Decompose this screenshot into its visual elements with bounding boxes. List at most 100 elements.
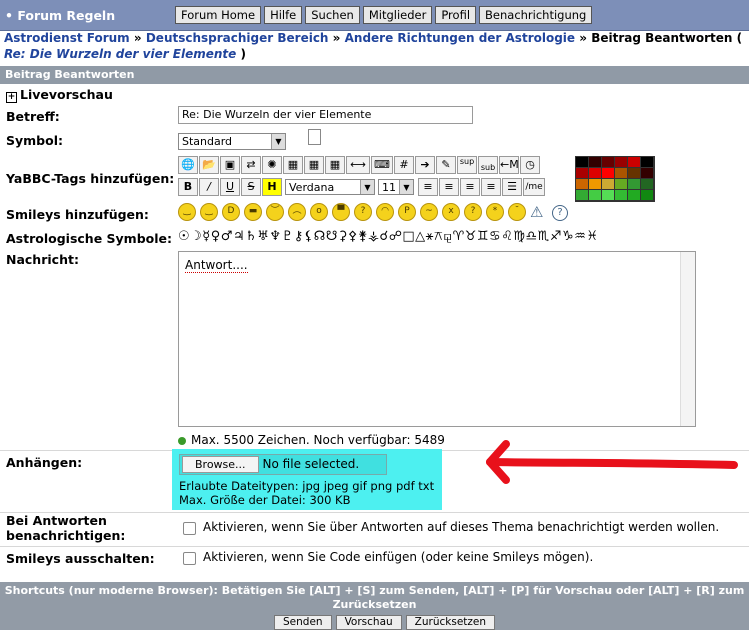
notify-text: Aktivieren, wenn Sie über Antworten auf …: [203, 520, 720, 534]
strikethrough-icon[interactable]: S: [241, 178, 261, 196]
huh-icon[interactable]: ?: [354, 203, 372, 221]
size-select[interactable]: 11 ▼: [378, 179, 414, 195]
cheesy-icon[interactable]: D: [222, 203, 240, 221]
form-actions: Senden Vorschau Zurücksetzen: [274, 615, 496, 630]
message-textarea[interactable]: Antwort....: [178, 251, 696, 427]
table-icon[interactable]: ▦: [283, 156, 303, 174]
sad-icon[interactable]: ︵: [288, 203, 306, 221]
clock-icon[interactable]: ◷: [520, 156, 540, 174]
smileys-label: Smileys hinzufügen:: [6, 207, 149, 222]
yabbc-toolbar-row-1: 🌐 📂 ▣ ⇄ ✺ ▦ ▦ ▦ ⟷ ⌨ # ➔ ✎ sup sub ←M ◷: [178, 156, 541, 174]
undecided-icon[interactable]: ?: [464, 203, 482, 221]
kiss-icon[interactable]: *: [486, 203, 504, 221]
menu-profile[interactable]: Profil: [435, 6, 477, 24]
quote-icon[interactable]: ➔: [415, 156, 435, 174]
expand-plus-icon[interactable]: +: [6, 92, 17, 103]
teletype-icon[interactable]: ⌨: [371, 156, 393, 174]
main-menu: Forum Home Hilfe Suchen Mitglieder Profi…: [175, 6, 593, 24]
astro-symbols-picker[interactable]: ☉☽☿♀♂♃♄♅♆♇⚷⚸☊☋⚳⚴⚵⚶☌☍□△⚹⚻⚼♈♉♊♋♌♍♎♏♐♑♒♓: [178, 229, 598, 244]
edit-icon[interactable]: ✎: [436, 156, 456, 174]
subscript-icon[interactable]: sub: [478, 156, 498, 174]
no-file-text: No file selected.: [262, 457, 360, 471]
globe-link-icon[interactable]: 🌐: [178, 156, 198, 174]
image-icon[interactable]: ▣: [220, 156, 240, 174]
align-left-icon[interactable]: ≡: [418, 178, 438, 196]
chevron-down-icon: ▼: [399, 180, 413, 194]
table-row-icon[interactable]: ▦: [304, 156, 324, 174]
preview-button[interactable]: Vorschau: [335, 615, 402, 630]
yabbc-toolbar-row-2: B / U S H Verdana ▼ 11 ▼ ≡ ≡ ≡ ≡ ☰ /me: [178, 178, 546, 196]
attachment-info: Erlaubte Dateitypen: jpg jpeg gif png pd…: [179, 479, 435, 507]
grin-icon[interactable]: ▬: [244, 203, 262, 221]
breadcrumb-german-section[interactable]: Deutschsprachiger Bereich: [146, 31, 329, 45]
horizontal-rule-icon[interactable]: ⟷: [346, 156, 370, 174]
breadcrumb-forum[interactable]: Astrodienst Forum: [4, 31, 130, 45]
menu-notification[interactable]: Benachrichtigung: [479, 6, 593, 24]
move-icon[interactable]: ⇄: [241, 156, 261, 174]
footer-bar: Shortcuts (nur moderne Browser): Betätig…: [0, 582, 749, 630]
yabbc-label: YaBBC-Tags hinzufügen:: [6, 171, 175, 186]
symbol-select[interactable]: Standard ▼: [178, 133, 286, 150]
red-arrow-annotation: [486, 440, 738, 484]
breadcrumb-topic-link[interactable]: Re: Die Wurzeln der vier Elemente: [4, 47, 236, 61]
warning-icon[interactable]: ⚠: [530, 203, 548, 221]
cool-icon[interactable]: ▀: [332, 203, 350, 221]
ftp-icon[interactable]: 📂: [199, 156, 219, 174]
smile-icon[interactable]: ‿: [178, 203, 196, 221]
font-select[interactable]: Verdana ▼: [285, 179, 375, 195]
hash-code-icon[interactable]: #: [394, 156, 414, 174]
attach-label: Anhängen:: [6, 455, 83, 470]
help-icon[interactable]: ?: [552, 205, 568, 221]
disable-smileys-label: Smileys ausschalten:: [6, 551, 155, 566]
embarrassed-icon[interactable]: ~: [420, 203, 438, 221]
chevron-down-icon: ▼: [271, 134, 285, 149]
reset-button[interactable]: Zurücksetzen: [405, 615, 496, 630]
textarea-scrollbar[interactable]: [680, 252, 695, 426]
file-input[interactable]: Browse... No file selected.: [179, 454, 387, 475]
menu-members[interactable]: Mitglieder: [362, 6, 433, 24]
subject-label: Betreff:: [6, 109, 60, 124]
symbol-label: Symbol:: [6, 133, 63, 148]
align-center-icon[interactable]: ≡: [460, 178, 480, 196]
smiley-picker: ‿ ‿ D ▬ ︶ ︵ o ▀ ? ◠ P ~ x ? * ˘ ⚠ ?: [178, 203, 568, 221]
disable-smileys-text: Aktivieren, wenn Sie Code einfügen (oder…: [203, 550, 594, 564]
send-button[interactable]: Senden: [274, 615, 332, 630]
italic-icon[interactable]: /: [199, 178, 219, 196]
justify-icon[interactable]: ≡: [439, 178, 459, 196]
forum-rules-link[interactable]: • Forum Regeln: [5, 8, 115, 23]
underline-icon[interactable]: U: [220, 178, 240, 196]
rolleyes-icon[interactable]: ◠: [376, 203, 394, 221]
table-column-icon[interactable]: ▦: [325, 156, 345, 174]
wink-icon[interactable]: ‿: [200, 203, 218, 221]
browse-button[interactable]: Browse...: [182, 456, 259, 473]
color-palette[interactable]: [575, 156, 655, 202]
tongue-icon[interactable]: P: [398, 203, 416, 221]
list-icon[interactable]: ☰: [502, 178, 522, 196]
disable-smileys-checkbox[interactable]: [183, 552, 196, 565]
cry-icon[interactable]: ˘: [508, 203, 526, 221]
document-icon: [308, 129, 321, 145]
astro-symbols-label: Astrologische Symbole:: [6, 231, 172, 246]
subject-input[interactable]: Re: Die Wurzeln der vier Elemente: [178, 106, 473, 124]
notify-checkbox[interactable]: [183, 522, 196, 535]
char-counter: Max. 5500 Zeichen. Noch verfügbar: 5489: [178, 433, 445, 447]
live-preview-toggle[interactable]: + Livevorschau: [6, 87, 113, 103]
menu-help[interactable]: Hilfe: [264, 6, 303, 24]
superscript-icon[interactable]: sup: [457, 156, 477, 174]
breadcrumb: Astrodienst Forum » Deutschsprachiger Be…: [4, 31, 743, 61]
message-label: Nachricht:: [6, 252, 79, 267]
section-header: Beitrag Beantworten: [0, 66, 749, 84]
highlight-icon[interactable]: H: [262, 178, 282, 196]
breadcrumb-other-astrology[interactable]: Andere Richtungen der Astrologie: [345, 31, 575, 45]
me-action-icon[interactable]: /me: [523, 178, 545, 196]
flash-icon[interactable]: ✺: [262, 156, 282, 174]
shocked-icon[interactable]: o: [310, 203, 328, 221]
angry-icon[interactable]: ︶: [266, 203, 284, 221]
bold-icon[interactable]: B: [178, 178, 198, 196]
left-margin-icon[interactable]: ←M: [499, 156, 519, 174]
lipsrsealed-icon[interactable]: x: [442, 203, 460, 221]
breadcrumb-current: Beitrag Beantworten (: [591, 31, 743, 45]
menu-search[interactable]: Suchen: [305, 6, 360, 24]
align-right-icon[interactable]: ≡: [481, 178, 501, 196]
menu-forum-home[interactable]: Forum Home: [175, 6, 262, 24]
